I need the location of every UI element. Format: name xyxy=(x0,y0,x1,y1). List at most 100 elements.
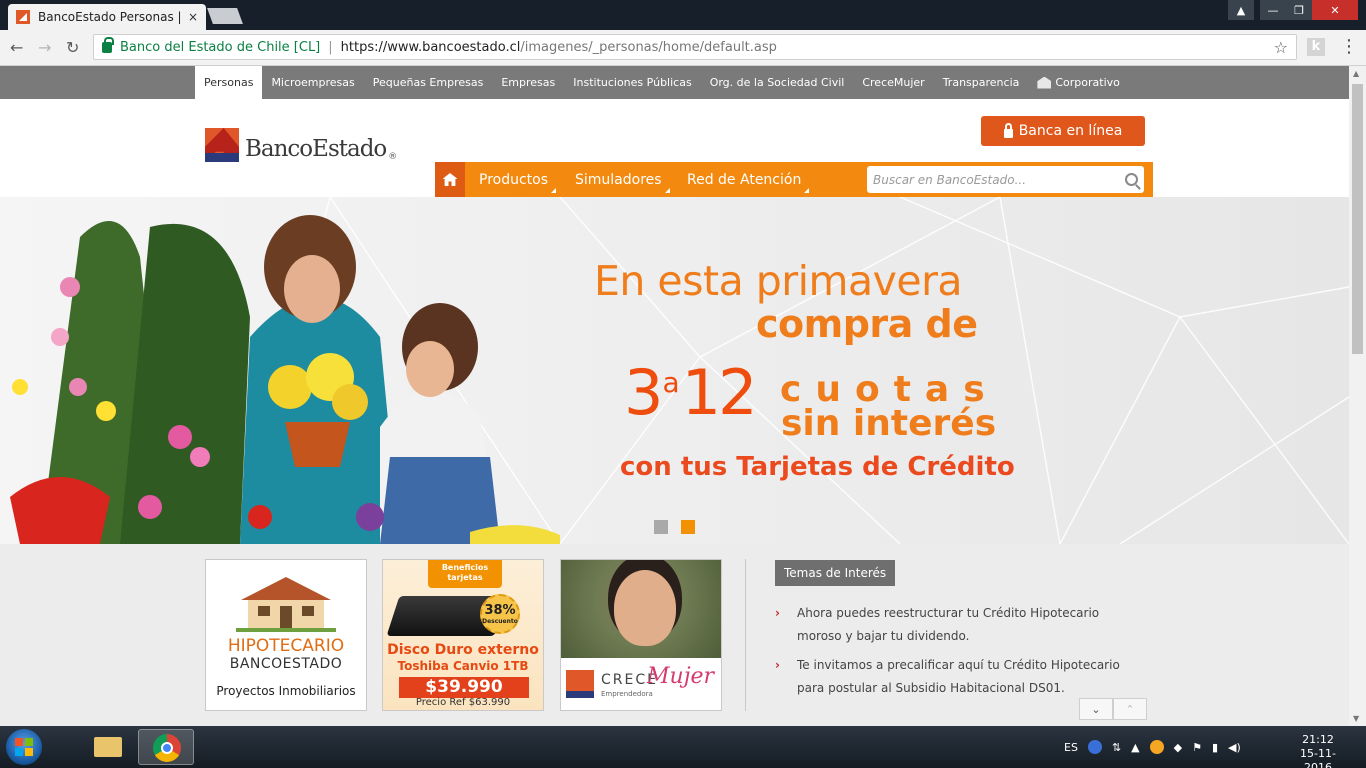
segment-nav-microempresas[interactable]: Microempresas xyxy=(262,66,363,99)
bancoestado-small-logo-icon xyxy=(566,670,594,698)
hero-banner[interactable]: En esta primavera compra de 3a12 cuotas … xyxy=(0,197,1349,544)
show-hidden-icons-icon[interactable]: ▲ xyxy=(1131,741,1139,754)
clock-date: 15-11-2016 xyxy=(1300,747,1336,768)
temas-pager: ⌄ ⌃ xyxy=(1079,698,1147,720)
segment-nav-pequenas-empresas[interactable]: Pequeñas Empresas xyxy=(364,66,493,99)
temas-item-1-text: Ahora puedes reestructurar tu Crédito Hi… xyxy=(797,606,1100,643)
bancoestado-logo[interactable]: BancoEstado ® xyxy=(205,128,397,162)
browser-tabstrip: BancoEstado Personas | Ba × ▲ — ❐ ✕ xyxy=(0,0,1366,30)
disco-line2: Toshiba Canvio 1TB xyxy=(397,659,529,673)
hero-line1: En esta primavera xyxy=(594,257,963,305)
home-button[interactable] xyxy=(435,162,465,197)
flag-icon[interactable]: ⚑ xyxy=(1192,741,1202,754)
scrollbar-thumb[interactable] xyxy=(1352,84,1363,354)
secure-lock-icon xyxy=(102,36,114,53)
menu-productos[interactable]: Productos xyxy=(479,162,557,197)
address-separator: | xyxy=(328,39,333,55)
temas-list: › Ahora puedes reestructurar tu Crédito … xyxy=(775,602,1125,706)
menu-red-de-atencion-dropdown-icon xyxy=(804,188,810,193)
segment-nav-transparencia[interactable]: Transparencia xyxy=(934,66,1029,99)
bookmark-star-icon[interactable]: ☆ xyxy=(1274,38,1288,57)
new-tab-button[interactable] xyxy=(207,8,243,24)
reload-icon[interactable]: ↻ xyxy=(66,38,79,57)
segment-nav-crecemujer[interactable]: CreceMujer xyxy=(853,66,933,99)
segment-nav-personas[interactable]: Personas xyxy=(195,66,263,99)
segment-nav-sociedad-civil[interactable]: Org. de la Sociedad Civil xyxy=(701,66,854,99)
page-scrollbar[interactable]: ▲ ▼ xyxy=(1349,66,1366,726)
forward-icon[interactable]: → xyxy=(38,38,51,57)
close-window-button[interactable]: ✕ xyxy=(1312,0,1358,20)
app-tray-icon[interactable] xyxy=(1149,740,1164,754)
hero-photo-family-gardening xyxy=(10,215,560,544)
url-host: https://www.bancoestado.cl xyxy=(340,39,521,55)
segment-nav-instituciones-publicas[interactable]: Instituciones Públicas xyxy=(564,66,700,99)
carousel-dot-2[interactable] xyxy=(681,520,695,534)
menu-red-de-atencion[interactable]: Red de Atención xyxy=(687,162,810,197)
woman-portrait xyxy=(614,570,676,646)
start-button[interactable] xyxy=(6,729,42,765)
page-viewport: Personas Microempresas Pequeñas Empresas… xyxy=(0,66,1349,726)
tab-close-icon[interactable]: × xyxy=(188,10,198,24)
site-search xyxy=(867,166,1144,193)
carousel-dots xyxy=(654,520,708,534)
search-icon[interactable] xyxy=(1125,173,1138,186)
network-icon[interactable]: ⇅ xyxy=(1112,741,1121,754)
temas-down-button[interactable]: ⌄ xyxy=(1079,698,1113,720)
extension-icon[interactable]: k xyxy=(1307,38,1325,56)
crece-mujer-photo xyxy=(561,560,721,658)
windows-taskbar: ES ⇅ ▲ ◆ ⚑ ▮ ◀) 21:12 15-11-2016 xyxy=(0,726,1366,768)
discount-label: Descuento xyxy=(482,618,518,625)
beneficios-tarjetas-badge: Beneficios tarjetas xyxy=(428,560,502,588)
bancoestado-logo-icon xyxy=(205,128,239,162)
segment-nav-empresas[interactable]: Empresas xyxy=(492,66,564,99)
scroll-up-arrow-icon[interactable]: ▲ xyxy=(1353,69,1359,78)
segment-nav-corporativo[interactable]: Corporativo xyxy=(1028,66,1129,99)
search-input[interactable] xyxy=(873,172,1125,187)
card-hipotecario[interactable]: HIPOTECARIO BANCOESTADO Proyectos Inmobi… xyxy=(205,559,367,711)
taskbar-chrome[interactable] xyxy=(138,729,194,765)
browser-menu-icon[interactable]: ⋮ xyxy=(1340,36,1358,57)
temas-item-2[interactable]: › Te invitamos a precalificar aquí tu Cr… xyxy=(775,654,1125,700)
temas-item-1[interactable]: › Ahora puedes reestructurar tu Crédito … xyxy=(775,602,1125,648)
disco-line1: Disco Duro externo xyxy=(387,642,539,658)
temas-up-button[interactable]: ⌃ xyxy=(1113,698,1147,720)
tray-device-icon[interactable]: ▮ xyxy=(1212,741,1218,754)
hero-num-from: 3 xyxy=(624,356,663,429)
hipotecario-subtitle: BANCOESTADO xyxy=(229,656,343,672)
language-indicator[interactable]: ES xyxy=(1064,741,1078,754)
system-clock[interactable]: 21:12 15-11-2016 xyxy=(1290,733,1346,768)
back-icon[interactable]: ← xyxy=(10,38,23,57)
disco-price-ref: Precio Ref $63.990 xyxy=(415,697,511,708)
dropbox-icon[interactable]: ◆ xyxy=(1174,741,1182,754)
browser-tab[interactable]: BancoEstado Personas | Ba × xyxy=(8,4,206,30)
logo-registered-mark: ® xyxy=(388,152,398,162)
mujer-word: Mujer xyxy=(647,664,715,689)
window-extra-button[interactable]: ▲ xyxy=(1228,0,1254,20)
scroll-down-arrow-icon[interactable]: ▼ xyxy=(1353,714,1359,723)
address-bar[interactable]: Banco del Estado de Chile [CL] | https:/… xyxy=(93,34,1297,60)
promo-section: HIPOTECARIO BANCOESTADO Proyectos Inmobi… xyxy=(0,544,1349,726)
discount-value: 38% xyxy=(484,603,516,618)
carousel-dot-1[interactable] xyxy=(654,520,668,534)
volume-icon[interactable]: ◀) xyxy=(1228,741,1241,754)
bancoestado-favicon-icon xyxy=(16,10,30,24)
menu-red-de-atencion-label: Red de Atención xyxy=(687,171,802,188)
card-crece-mujer[interactable]: CRECE Emprendedora Mujer xyxy=(560,559,722,711)
banca-en-linea-button[interactable]: Banca en línea xyxy=(981,116,1145,146)
hero-line4: con tus Tarjetas de Crédito xyxy=(620,452,1015,482)
maximize-button[interactable]: ❐ xyxy=(1286,0,1312,20)
menu-simuladores-label: Simuladores xyxy=(575,171,662,188)
card-disco-duro[interactable]: Beneficios tarjetas 38% Descuento Disco … xyxy=(382,559,544,711)
menu-simuladores-dropdown-icon xyxy=(664,188,670,193)
minimize-button[interactable]: — xyxy=(1260,0,1286,20)
taskbar-explorer[interactable] xyxy=(80,729,136,765)
logo-text: BancoEstado xyxy=(245,136,387,162)
disco-price: $39.990 xyxy=(399,677,529,698)
hero-num-to: 12 xyxy=(681,356,758,429)
home-icon xyxy=(442,173,458,186)
system-tray: ES ⇅ ▲ ◆ ⚑ ▮ ◀) xyxy=(1064,726,1251,768)
banca-en-linea-label: Banca en línea xyxy=(1018,123,1123,139)
browser-toolbar: ← → ↻ Banco del Estado de Chile [CL] | h… xyxy=(0,30,1366,66)
help-icon[interactable] xyxy=(1087,740,1102,754)
menu-simuladores[interactable]: Simuladores xyxy=(575,162,670,197)
